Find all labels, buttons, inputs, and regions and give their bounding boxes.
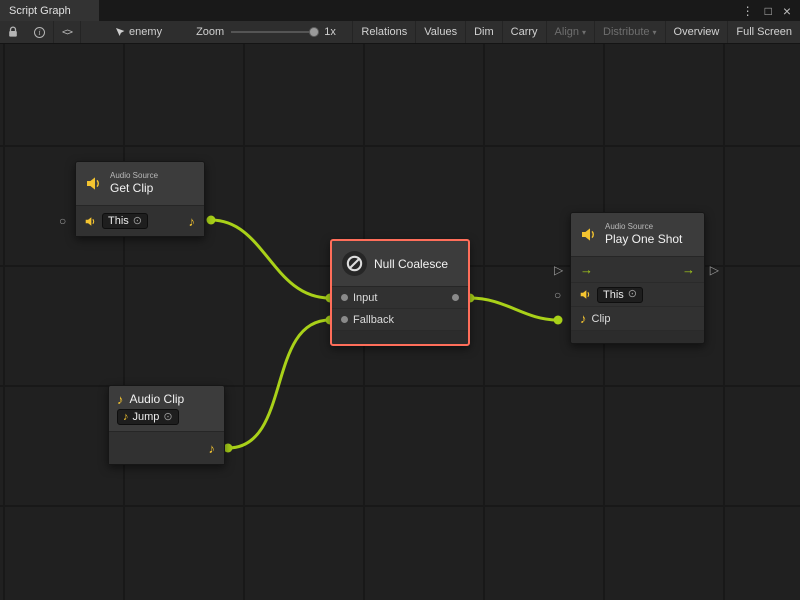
zoom-label: Zoom bbox=[196, 26, 224, 38]
connection-wire bbox=[211, 220, 330, 298]
fallback-port[interactable] bbox=[341, 316, 348, 323]
node-title: Get Clip bbox=[110, 181, 158, 196]
distribute-button[interactable]: Distribute ▾ bbox=[594, 21, 664, 43]
input-port[interactable] bbox=[341, 294, 348, 301]
result-output-port[interactable] bbox=[452, 294, 459, 301]
relations-button[interactable]: Relations bbox=[352, 21, 415, 43]
tab-bar: Script Graph ⋮ □ × bbox=[0, 0, 800, 21]
audio-clip-icon: ♪ bbox=[580, 312, 587, 325]
overview-button[interactable]: Overview bbox=[665, 21, 728, 43]
fullscreen-button[interactable]: Full Screen bbox=[727, 21, 800, 43]
audio-source-icon bbox=[86, 176, 103, 191]
graph-name-label: enemy bbox=[129, 26, 162, 38]
close-icon[interactable]: × bbox=[783, 4, 791, 18]
flow-out-icon[interactable]: → bbox=[682, 263, 695, 276]
node-header[interactable]: Audio Source Get Clip bbox=[76, 162, 204, 206]
dim-button[interactable]: Dim bbox=[465, 21, 502, 43]
fallback-label: Fallback bbox=[353, 314, 394, 326]
object-picker-icon[interactable]: ⊙ bbox=[133, 216, 142, 227]
value-input-port[interactable]: ○ bbox=[59, 215, 66, 227]
graph-canvas[interactable]: Audio Source Get Clip ○ This ⊙ ♪ bbox=[0, 44, 800, 600]
flow-in-icon[interactable]: → bbox=[580, 263, 593, 276]
audio-clip-icon: ♪ bbox=[117, 393, 124, 406]
audio-clip-icon: ♪ bbox=[123, 412, 129, 423]
zoom-value: 1x bbox=[324, 26, 336, 38]
node-play-one-shot[interactable]: Audio Source Play One Shot ▷ → → ▷ ○ bbox=[570, 212, 705, 344]
lock-icon[interactable] bbox=[0, 21, 26, 43]
maximize-icon[interactable]: □ bbox=[765, 5, 772, 17]
connection-wire bbox=[470, 298, 558, 320]
target-object-field[interactable]: This ⊙ bbox=[597, 287, 643, 303]
target-object-field[interactable]: This ⊙ bbox=[102, 213, 148, 229]
node-audio-clip[interactable]: ♪ Audio Clip ♪ Jump ⊙ ♪ bbox=[108, 385, 225, 465]
audio-source-icon bbox=[580, 289, 592, 300]
node-header[interactable]: ♪ Audio Clip ♪ Jump ⊙ bbox=[109, 386, 224, 432]
input-row: Input bbox=[332, 287, 468, 309]
node-title: Null Coalesce bbox=[374, 257, 448, 271]
output-row: ♪ bbox=[109, 432, 224, 464]
clip-row: ♪ Clip bbox=[571, 307, 704, 331]
target-row: ○ This ⊙ ♪ bbox=[76, 206, 204, 236]
node-header[interactable]: Audio Source Play One Shot bbox=[571, 213, 704, 257]
audio-clip-output-icon[interactable]: ♪ bbox=[189, 215, 196, 228]
values-button[interactable]: Values bbox=[415, 21, 465, 43]
node-footer bbox=[571, 331, 704, 343]
node-footer bbox=[332, 331, 468, 344]
value-input-port[interactable]: ○ bbox=[554, 289, 561, 301]
window-controls: ⋮ □ × bbox=[742, 0, 800, 21]
object-picker-icon[interactable]: ⊙ bbox=[163, 412, 172, 423]
chevron-down-icon: ▾ bbox=[653, 28, 657, 37]
zoom-slider-handle[interactable] bbox=[309, 27, 319, 37]
graph-toolbar: i <> enemy Zoom 1x Relations Values Dim … bbox=[0, 21, 800, 44]
flow-input-port[interactable]: ▷ bbox=[554, 264, 563, 276]
clip-label: Clip bbox=[592, 313, 611, 325]
align-button[interactable]: Align ▾ bbox=[546, 21, 594, 43]
node-get-clip[interactable]: Audio Source Get Clip ○ This ⊙ ♪ bbox=[75, 161, 205, 237]
toolbar-buttons: Relations Values Dim Carry Align ▾ Distr… bbox=[352, 21, 800, 43]
audio-clip-output-icon[interactable]: ♪ bbox=[209, 442, 216, 455]
connection-port-dot bbox=[554, 316, 563, 325]
node-title: Audio Clip bbox=[130, 392, 185, 406]
zoom-slider[interactable] bbox=[231, 31, 317, 33]
null-coalesce-icon bbox=[342, 251, 367, 276]
node-header[interactable]: Null Coalesce bbox=[332, 241, 468, 287]
target-row: ○ This ⊙ bbox=[571, 283, 704, 307]
carry-button[interactable]: Carry bbox=[502, 21, 546, 43]
connection-port-dot bbox=[207, 216, 216, 225]
input-label: Input bbox=[353, 292, 377, 304]
fallback-row: Fallback bbox=[332, 309, 468, 331]
node-title: Play One Shot bbox=[605, 232, 682, 247]
info-icon[interactable]: i bbox=[26, 21, 53, 43]
node-category: Audio Source bbox=[605, 222, 682, 232]
audio-source-icon bbox=[85, 216, 97, 227]
toolbar-separator bbox=[80, 21, 81, 43]
node-category: Audio Source bbox=[110, 171, 158, 181]
chevron-down-icon: ▾ bbox=[582, 28, 586, 37]
flow-row: ▷ → → ▷ bbox=[571, 257, 704, 283]
pointer-icon bbox=[115, 27, 125, 38]
zoom-control: Zoom 1x bbox=[196, 26, 336, 38]
node-null-coalesce[interactable]: Null Coalesce Input Fallback bbox=[330, 239, 470, 346]
audio-source-icon bbox=[581, 227, 598, 242]
menu-icon[interactable]: ⋮ bbox=[742, 5, 754, 17]
tab-title: Script Graph bbox=[9, 5, 71, 17]
flow-output-port[interactable]: ▷ bbox=[710, 264, 719, 276]
code-icon[interactable]: <> bbox=[54, 21, 80, 43]
connection-wire bbox=[228, 320, 330, 448]
audio-clip-field[interactable]: ♪ Jump ⊙ bbox=[117, 409, 179, 425]
object-picker-icon[interactable]: ⊙ bbox=[628, 289, 637, 300]
graph-name: enemy bbox=[115, 26, 162, 38]
script-graph-window: Script Graph ⋮ □ × i <> enemy Zoom bbox=[0, 0, 800, 600]
tab-script-graph[interactable]: Script Graph bbox=[0, 0, 99, 21]
